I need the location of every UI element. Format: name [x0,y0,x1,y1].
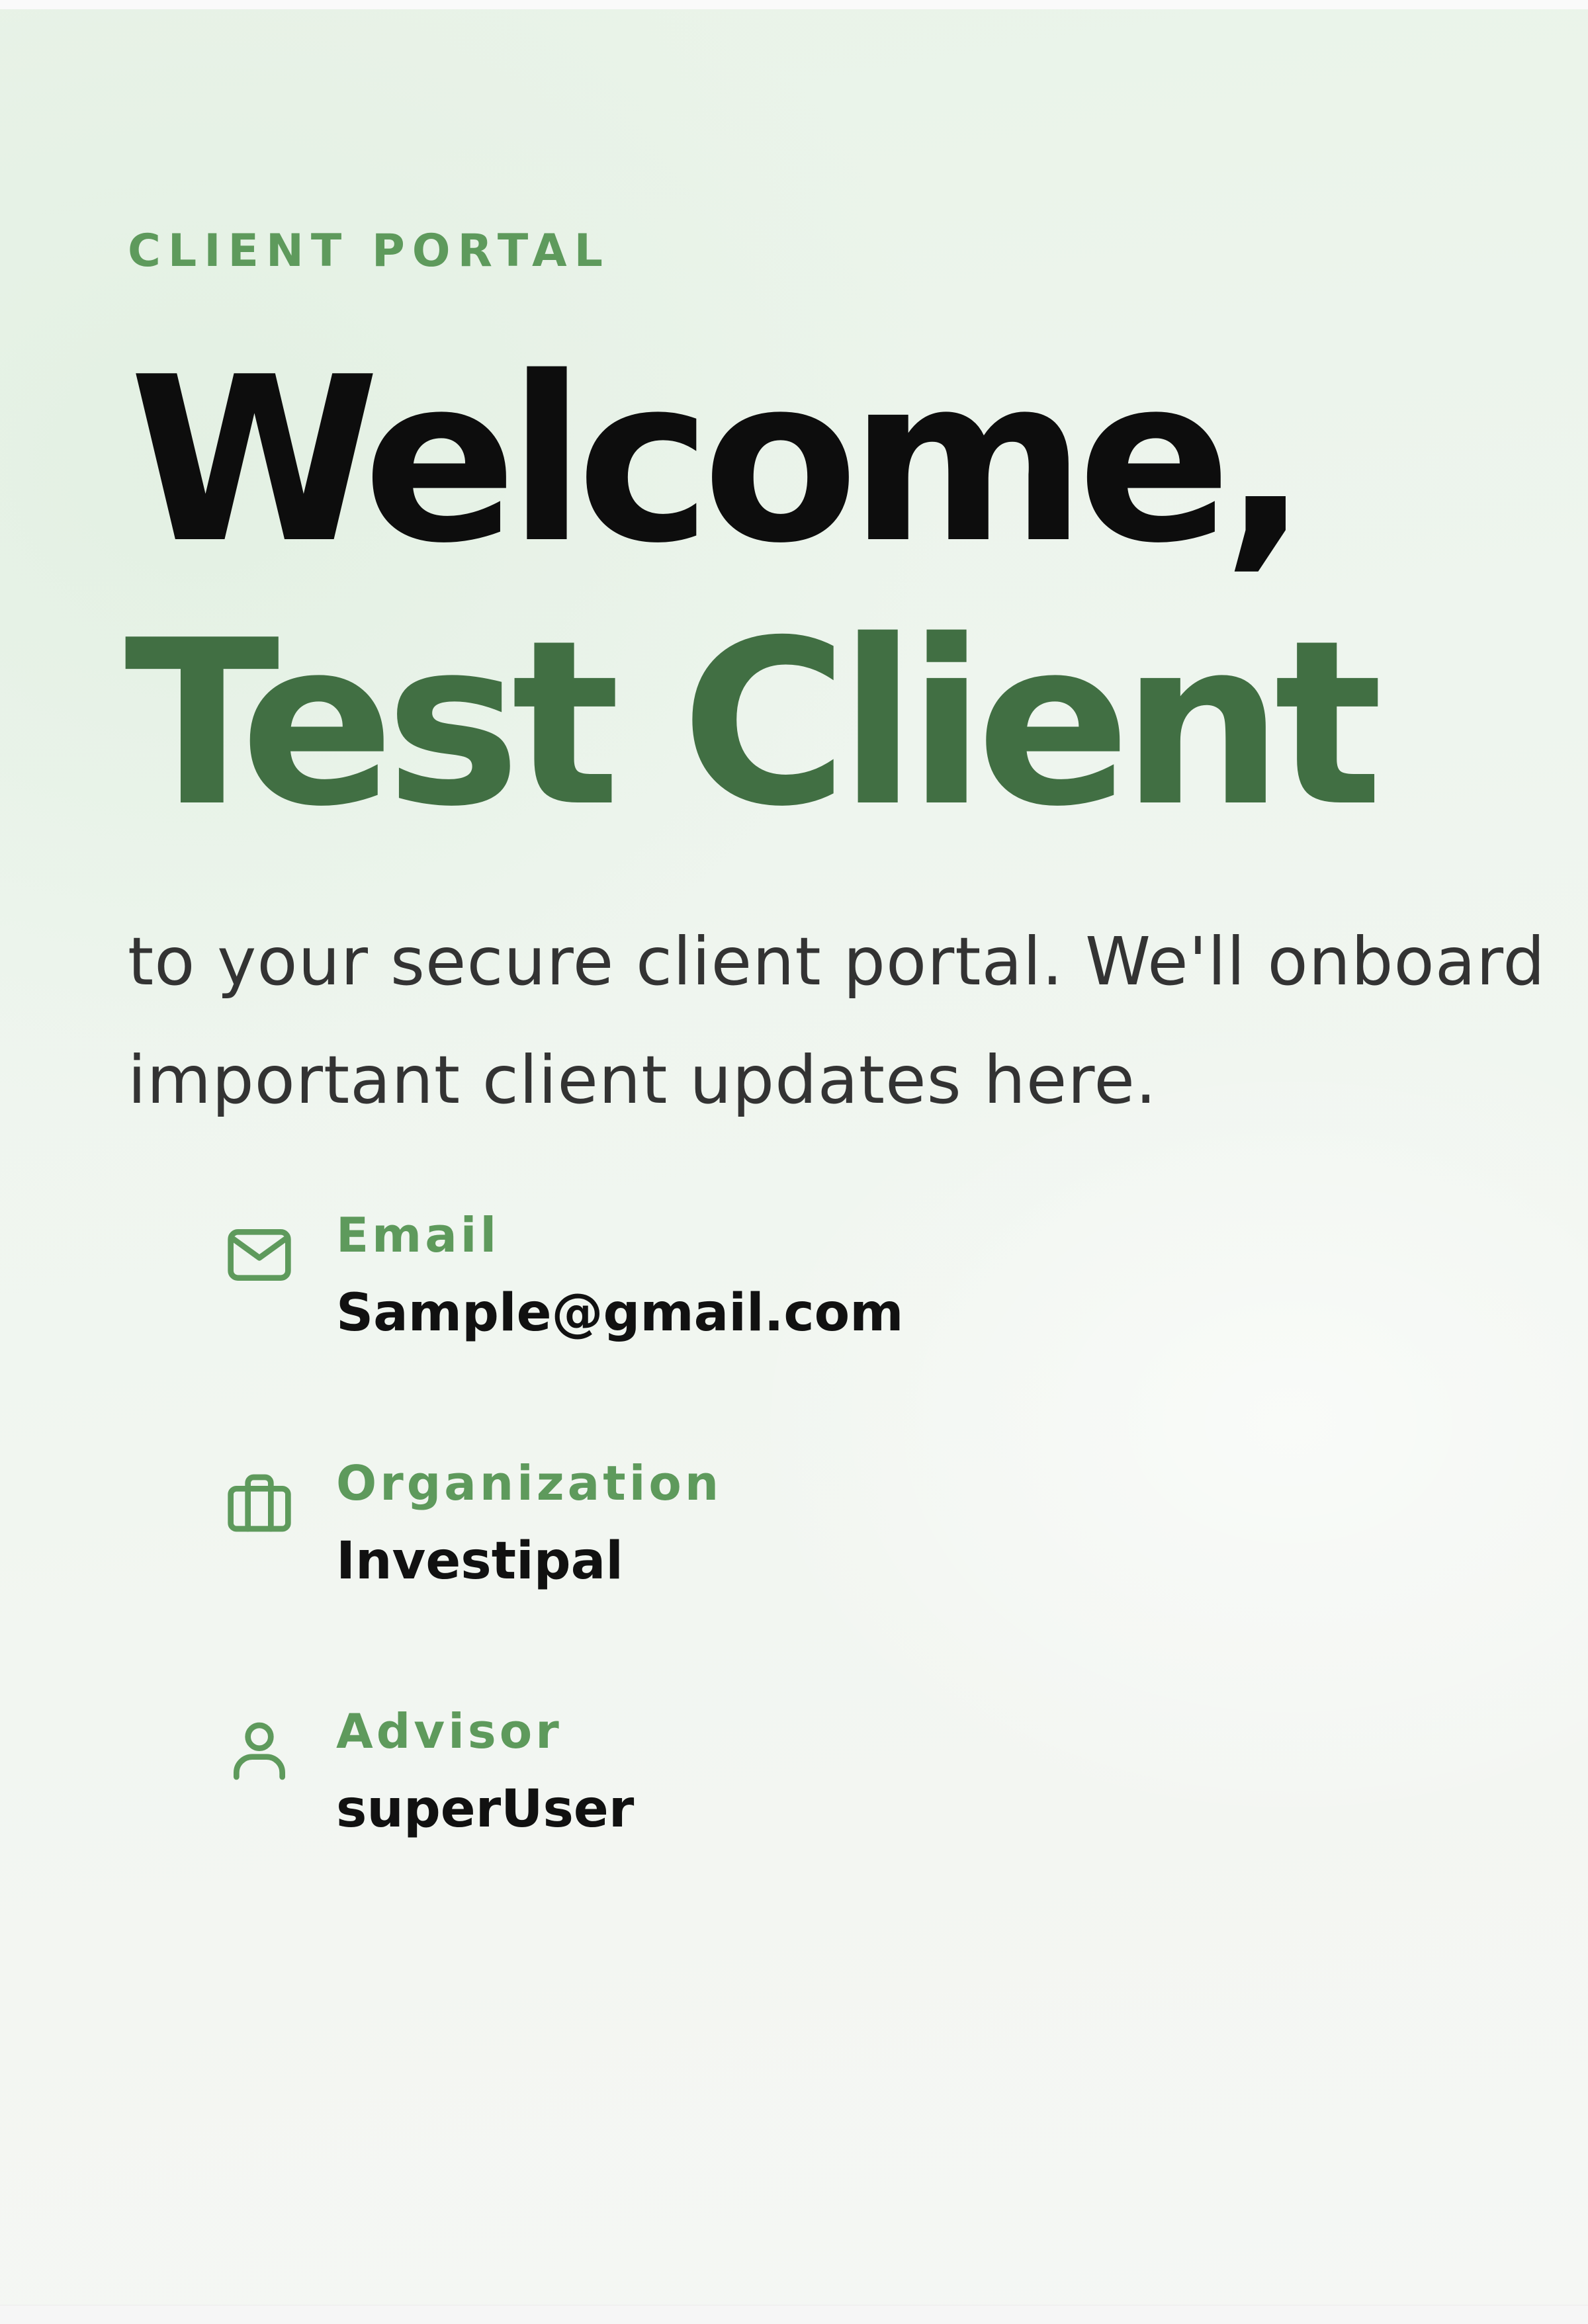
intro-line-2: important client updates here. [128,1041,1157,1119]
mail-icon [228,1229,291,1281]
client-name-heading: Test Client [124,592,1383,857]
bottom-strip [0,2305,1588,2324]
organization-value: Investipal [336,1531,623,1591]
email-value: Sample@gmail.com [336,1283,904,1343]
user-icon [234,1722,285,1780]
welcome-heading: Welcome, [129,329,1309,593]
client-portal-page: CLIENT PORTAL Welcome, Test Client to yo… [0,0,1588,2324]
intro-line-1: to your secure client portal. We'll onbo… [128,923,1546,1000]
briefcase-icon [228,1474,291,1532]
portal-eyebrow: CLIENT PORTAL [128,225,610,277]
intro-text: to your secure client portal. We'll onbo… [128,902,1588,1139]
email-label: Email [336,1207,500,1263]
advisor-label: Advisor [336,1703,562,1759]
top-strip [0,0,1588,9]
advisor-value: superUser [336,1780,635,1839]
organization-label: Organization [336,1455,723,1511]
